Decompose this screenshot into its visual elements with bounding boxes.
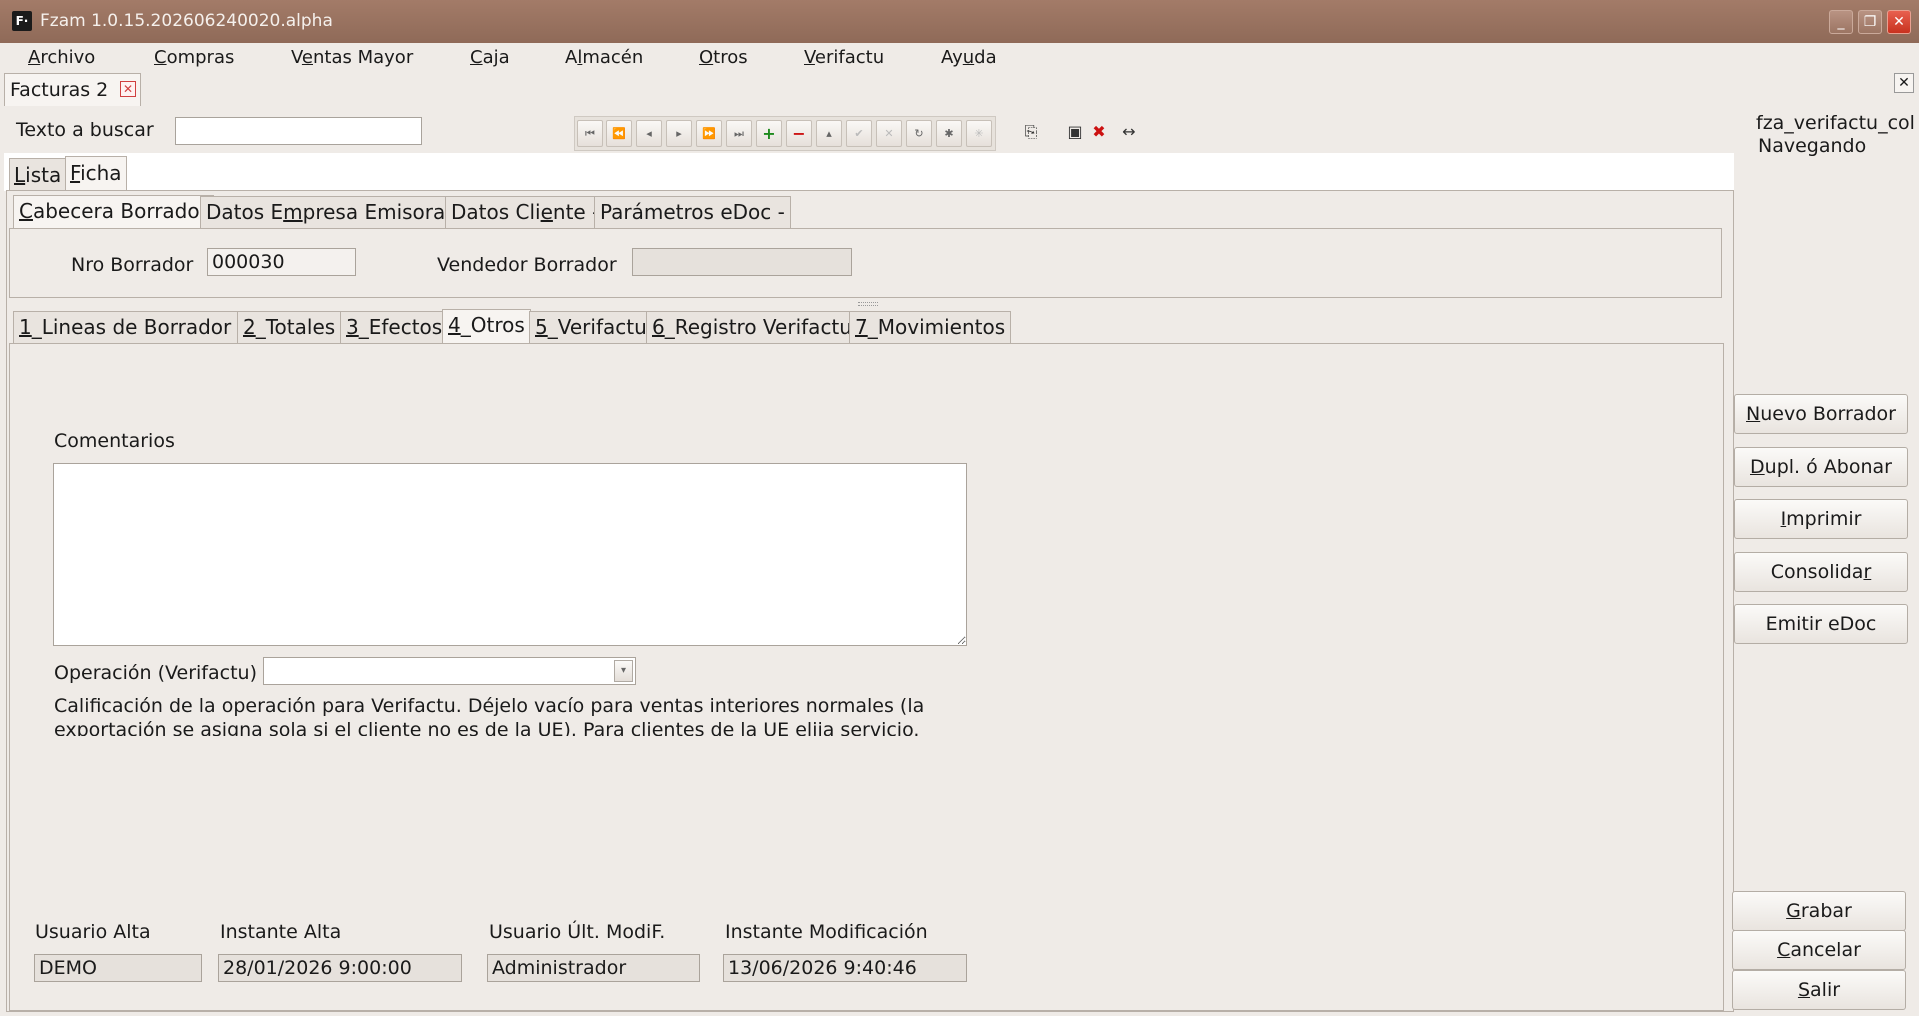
menu-ventas-mayor[interactable]: Ventas Mayor <box>291 46 413 70</box>
next-page-icon[interactable]: ⏩ <box>696 120 722 147</box>
comentarios-textarea[interactable] <box>53 463 967 646</box>
grabar-button[interactable]: Grabar <box>1732 891 1906 931</box>
duplicar-abonar-button[interactable]: Dupl. ó Abonar <box>1734 447 1908 487</box>
search-input[interactable] <box>175 117 422 145</box>
operacion-help-text: Calificación de la operación para Verifa… <box>54 695 925 736</box>
minimize-icon[interactable]: _ <box>1829 10 1853 34</box>
cancelar-button[interactable]: Cancelar <box>1732 930 1906 970</box>
usuario-alta-field[interactable]: DEMO <box>34 954 202 982</box>
tab-lineas-de-borrador[interactable]: 1_Lineas de Borrador - <box>13 311 251 343</box>
instante-alta-field[interactable]: 28/01/2026 9:00:00 <box>218 954 462 982</box>
menu-verifactu[interactable]: Verifactu <box>804 46 884 70</box>
close-window-icon[interactable]: ✕ <box>1887 10 1911 34</box>
prev-record-icon[interactable]: ◂ <box>636 120 662 147</box>
insert-record-icon[interactable]: + <box>756 120 782 147</box>
tab-totales[interactable]: 2_Totales <box>237 311 342 343</box>
tab-lista[interactable]: Lista <box>9 158 67 192</box>
refresh-icon[interactable]: ↻ <box>906 120 932 147</box>
menu-almacen[interactable]: Almacén <box>565 46 643 70</box>
splitter-handle[interactable] <box>858 302 878 306</box>
next-record-icon[interactable]: ▸ <box>666 120 692 147</box>
nuevo-borrador-button[interactable]: Nuevo Borrador <box>1734 394 1908 434</box>
last-record-icon[interactable]: ⏭ <box>726 120 752 147</box>
comentarios-label: Comentarios <box>54 430 175 452</box>
emitir-edoc-button[interactable]: Emitir eDoc <box>1734 604 1908 644</box>
imprimir-button[interactable]: Imprimir <box>1734 499 1908 539</box>
post-record-icon[interactable]: ✔ <box>846 120 872 147</box>
apply-updates-icon[interactable]: ✱ <box>936 120 962 147</box>
consolidar-button[interactable]: Consolidar <box>1734 552 1908 592</box>
operacion-label: Operación (Verifactu) <box>54 662 257 684</box>
tab-datos-cliente[interactable]: Datos Cliente - <box>445 196 606 228</box>
instante-alta-label: Instante Alta <box>220 921 342 943</box>
tab-efectos[interactable]: 3_Efectos <box>340 311 449 343</box>
close-panel-icon[interactable]: ✕ <box>1894 73 1914 93</box>
tab-datos-empresa-emisora[interactable]: Datos Empresa Emisora - <box>200 196 465 228</box>
restore-icon[interactable]: ❐ <box>1858 10 1882 34</box>
instante-mod-field[interactable]: 13/06/2026 9:40:46 <box>723 954 967 982</box>
status-dataset-name: fza_verifactu_col <box>1756 112 1915 134</box>
app-logo-icon: F· <box>12 11 32 31</box>
doc-tab-label: Facturas 2 <box>10 79 109 101</box>
salir-button[interactable]: Salir <box>1732 970 1906 1010</box>
nro-borrador-label: Nro Borrador <box>71 254 194 276</box>
vendedor-borrador-label: Vendedor Borrador <box>437 254 617 276</box>
close-tab-icon[interactable]: ✕ <box>120 81 136 97</box>
menu-compras[interactable]: Compras <box>154 46 234 70</box>
main-tab-strip <box>4 153 1734 191</box>
usuario-mod-label: Usuario Últ. ModiF. <box>489 921 666 943</box>
search-label: Texto a buscar <box>16 119 154 141</box>
menu-ayuda[interactable]: Ayuda <box>941 46 997 70</box>
tab-cabecera-borrador[interactable]: Cabecera Borrador <box>13 195 214 229</box>
prev-page-icon[interactable]: ⏪ <box>606 120 632 147</box>
nro-borrador-field[interactable]: 000030 <box>207 248 356 276</box>
tab-verifactu[interactable]: 5_Verifactu <box>529 311 653 343</box>
menu-caja[interactable]: Caja <box>470 46 510 70</box>
clear-layout-icon[interactable]: ✖ <box>1088 120 1110 144</box>
tab-movimientos[interactable]: 7_Movimientos <box>849 311 1012 343</box>
usuario-mod-field[interactable]: Administrador <box>487 954 700 982</box>
tab-ficha[interactable]: Ficha <box>65 156 127 192</box>
expand-width-icon[interactable]: ↔ <box>1118 120 1140 144</box>
cancel-updates-icon[interactable]: ✳ <box>966 120 992 147</box>
chevron-down-icon[interactable]: ▾ <box>614 660 633 682</box>
first-record-icon[interactable]: ⏮ <box>577 120 603 147</box>
vendedor-borrador-field[interactable] <box>632 248 852 276</box>
tab-otros[interactable]: 4_Otros <box>442 309 531 343</box>
save-layout-icon[interactable]: ▣ <box>1064 120 1086 144</box>
menu-archivo[interactable]: Archivo <box>28 46 95 70</box>
menu-otros[interactable]: Otros <box>699 46 748 70</box>
operacion-select[interactable] <box>263 657 636 685</box>
status-state: Navegando <box>1758 135 1867 157</box>
cancel-record-icon[interactable]: ✕ <box>876 120 902 147</box>
edit-record-icon[interactable]: ▴ <box>816 120 842 147</box>
tab-parametros-edoc[interactable]: Parámetros eDoc - <box>594 196 791 228</box>
window-title: Fzam 1.0.15.202606240020.alpha <box>40 11 333 31</box>
instante-mod-label: Instante Modificación <box>725 921 928 943</box>
copy-document-icon[interactable]: ⎘ <box>1020 120 1042 144</box>
usuario-alta-label: Usuario Alta <box>35 921 151 943</box>
tab-registro-verifactu[interactable]: 6_Registro Verifactu <box>646 311 858 343</box>
delete-record-icon[interactable]: − <box>786 120 812 147</box>
